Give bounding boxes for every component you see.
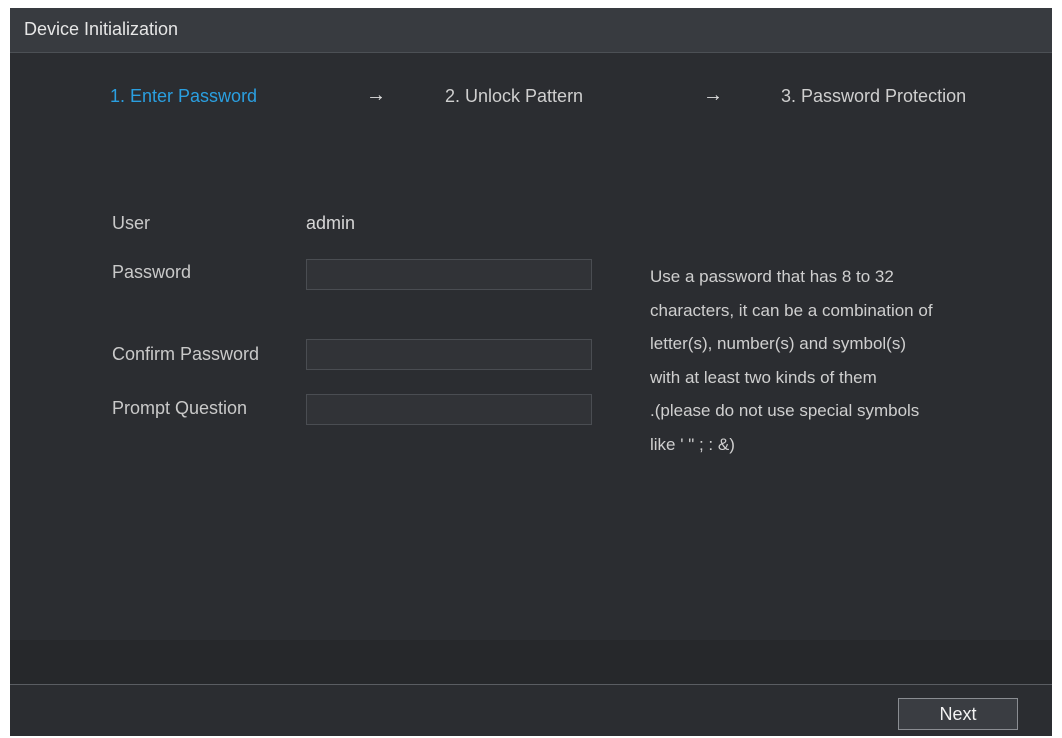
hint-line: .(please do not use special symbols [650, 401, 920, 420]
step-enter-password: 1. Enter Password [110, 86, 258, 106]
step-unlock-pattern: 2. Unlock Pattern [445, 86, 584, 106]
window-title: Device Initialization [24, 19, 179, 39]
step-arrow-1-icon: → [366, 84, 386, 106]
hint-line: letter(s), number(s) and symbol(s) [650, 334, 907, 353]
user-label: User [112, 213, 151, 233]
step-password-protection: 3. Password Protection [781, 86, 967, 106]
hint-line: like ' " ; : &) [650, 434, 735, 454]
hint-line: Use a password that has 8 to 32 [650, 267, 894, 286]
hint-line: with at least two kinds of them [650, 367, 877, 387]
hint-line: characters, it can be a combination of [650, 300, 933, 320]
step-arrow-2-icon: → [703, 84, 723, 106]
footer-band [10, 640, 1052, 684]
footer-divider [10, 684, 1052, 685]
password-field[interactable] [306, 259, 592, 290]
prompt-question-label: Prompt Question [112, 398, 248, 418]
password-hint: Use a password that has 8 to 32 characte… [650, 260, 1030, 461]
prompt-question-field[interactable] [306, 394, 592, 425]
user-value: admin [306, 213, 356, 233]
confirm-password-label: Confirm Password [112, 344, 260, 364]
confirm-password-field[interactable] [306, 339, 592, 370]
title-bar: Device Initialization [10, 8, 1052, 53]
device-initialization-window: Device Initialization 1. Enter Password … [10, 8, 1052, 736]
password-label: Password [112, 262, 192, 282]
next-button[interactable]: Next [898, 698, 1018, 730]
